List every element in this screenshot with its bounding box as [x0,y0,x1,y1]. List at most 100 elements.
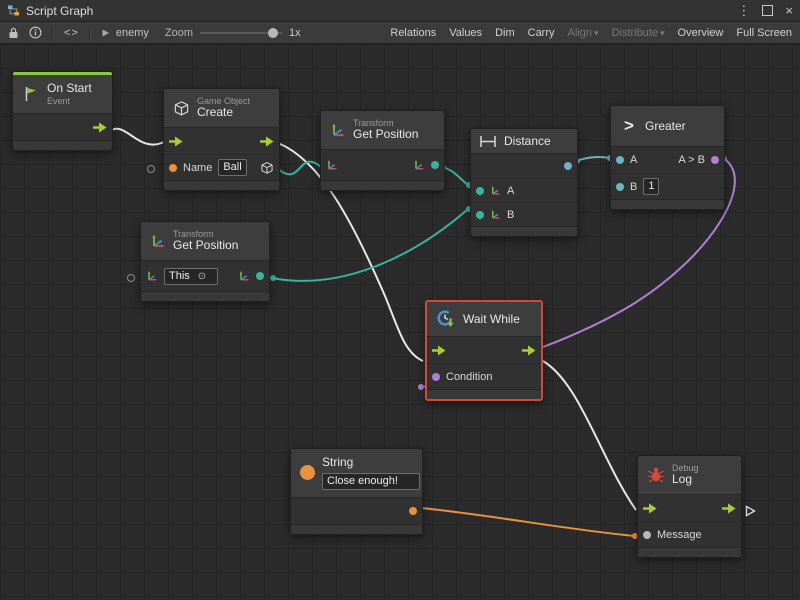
position-output-port[interactable] [431,161,439,169]
b-value-field[interactable]: 1 [643,178,659,195]
node-title: Greater [645,119,686,133]
b-input-port[interactable] [616,183,624,191]
zoom-slider-handle[interactable] [268,28,278,38]
node-string-literal[interactable]: String Close enough! [290,448,423,535]
distance-output-port[interactable] [564,162,572,170]
port-label: B [507,209,514,221]
game-object-output-port[interactable] [260,161,274,175]
node-greater[interactable]: > Greater A A > B B 1 [610,105,725,210]
node-subtitle: Event [47,96,92,106]
transform-icon [150,233,166,249]
vector-a-input-port[interactable] [476,187,484,195]
node-distance[interactable]: Distance A B [470,128,578,237]
script-graph-icon [7,4,20,17]
port-label: A [507,185,514,197]
transform-input-port[interactable] [326,159,338,171]
name-value-field[interactable]: Ball [218,159,246,176]
flag-icon [22,85,40,103]
vector-b-input-port[interactable] [476,211,484,219]
toolbar-separator [52,26,54,40]
node-header: On Start Event [13,75,112,113]
node-footer [471,226,577,236]
node-game-object-create[interactable]: Game Object Create Name Ball [163,88,280,191]
node-on-start-event[interactable]: On Start Event [12,71,113,151]
window-title: Script Graph [26,4,93,18]
string-value-field[interactable]: Close enough! [322,473,420,490]
node-header: String Close enough! [291,449,422,497]
a-input-port[interactable] [616,156,624,164]
position-vector-icon [238,270,250,282]
condition-input-port[interactable] [432,373,440,381]
cube-icon [173,100,190,117]
chevron-down-icon: ▾ [594,28,599,38]
port-label: B [630,181,637,193]
graph-reference[interactable]: enemy [101,27,149,39]
target-picker-icon[interactable]: ⊙ [198,269,206,284]
target-value-field[interactable]: This ⊙ [164,268,218,285]
dim-button[interactable]: Dim [495,27,515,39]
flow-input-port[interactable] [432,345,446,356]
node-title: Create [197,106,250,120]
node-get-position-ball[interactable]: Transform Get Position [320,110,445,191]
node-footer [13,140,112,150]
node-title: Get Position [173,239,238,253]
align-button[interactable]: Align▾ [568,27,599,39]
distance-icon [479,135,497,148]
code-icon[interactable]: <> [64,27,79,39]
vector3-icon [490,209,501,220]
node-wait-while[interactable]: Wait While Condition [425,300,543,401]
maximize-icon[interactable] [762,5,773,16]
zoom-value: 1x [289,27,301,39]
vector3-icon [490,185,501,196]
values-button[interactable]: Values [449,27,482,39]
zoom-label: Zoom [165,27,193,39]
overview-button[interactable]: Overview [678,27,724,39]
position-output-port[interactable] [256,272,264,280]
flow-input-port[interactable] [643,503,657,514]
flow-output-port[interactable] [722,503,736,514]
flow-continuation-indicator[interactable] [745,504,756,522]
bug-icon [647,466,665,484]
menu-icon[interactable]: ⋮ [737,4,750,17]
flow-output-port[interactable] [93,122,107,133]
flow-input-port[interactable] [169,136,183,147]
node-get-position-this[interactable]: Transform Get Position This ⊙ [140,221,270,302]
chevron-down-icon: ▾ [660,28,665,38]
distribute-button[interactable]: Distribute▾ [612,27,665,39]
string-output-port[interactable] [409,507,417,515]
fullscreen-button[interactable]: Full Screen [736,27,792,39]
name-input-port[interactable] [169,164,177,172]
node-footer [141,291,269,301]
node-header: Game Object Create [164,89,279,127]
lock-icon[interactable] [8,27,19,39]
node-header: Distance [471,129,577,153]
node-debug-log[interactable]: Debug Log Message [637,455,742,558]
port-label: Name [183,162,212,174]
node-title: Distance [504,134,551,148]
node-footer [321,180,444,190]
flow-output-port[interactable] [260,136,274,147]
unconnected-port-indicator[interactable] [147,165,155,173]
node-footer [291,524,422,534]
node-header: Transform Get Position [141,222,269,260]
window-titlebar[interactable]: Script Graph ⋮ × [0,0,800,22]
node-header: Transform Get Position [321,111,444,149]
result-output-port[interactable] [711,156,719,164]
wait-clock-icon [436,309,456,329]
relations-button[interactable]: Relations [390,27,436,39]
message-input-port[interactable] [643,531,651,539]
port-label: A > B [678,154,705,166]
node-footer [164,180,279,190]
node-title: On Start [47,82,92,96]
node-header: Wait While [427,302,541,336]
unconnected-port-indicator[interactable] [127,274,135,282]
info-icon[interactable] [29,26,42,39]
close-icon[interactable]: × [785,4,793,17]
flow-output-port[interactable] [522,345,536,356]
transform-input-port[interactable] [146,270,158,282]
carry-button[interactable]: Carry [528,27,555,39]
zoom-slider[interactable] [200,28,282,38]
node-footer [611,199,724,209]
node-footer [638,547,741,557]
port-label: Message [657,529,702,541]
